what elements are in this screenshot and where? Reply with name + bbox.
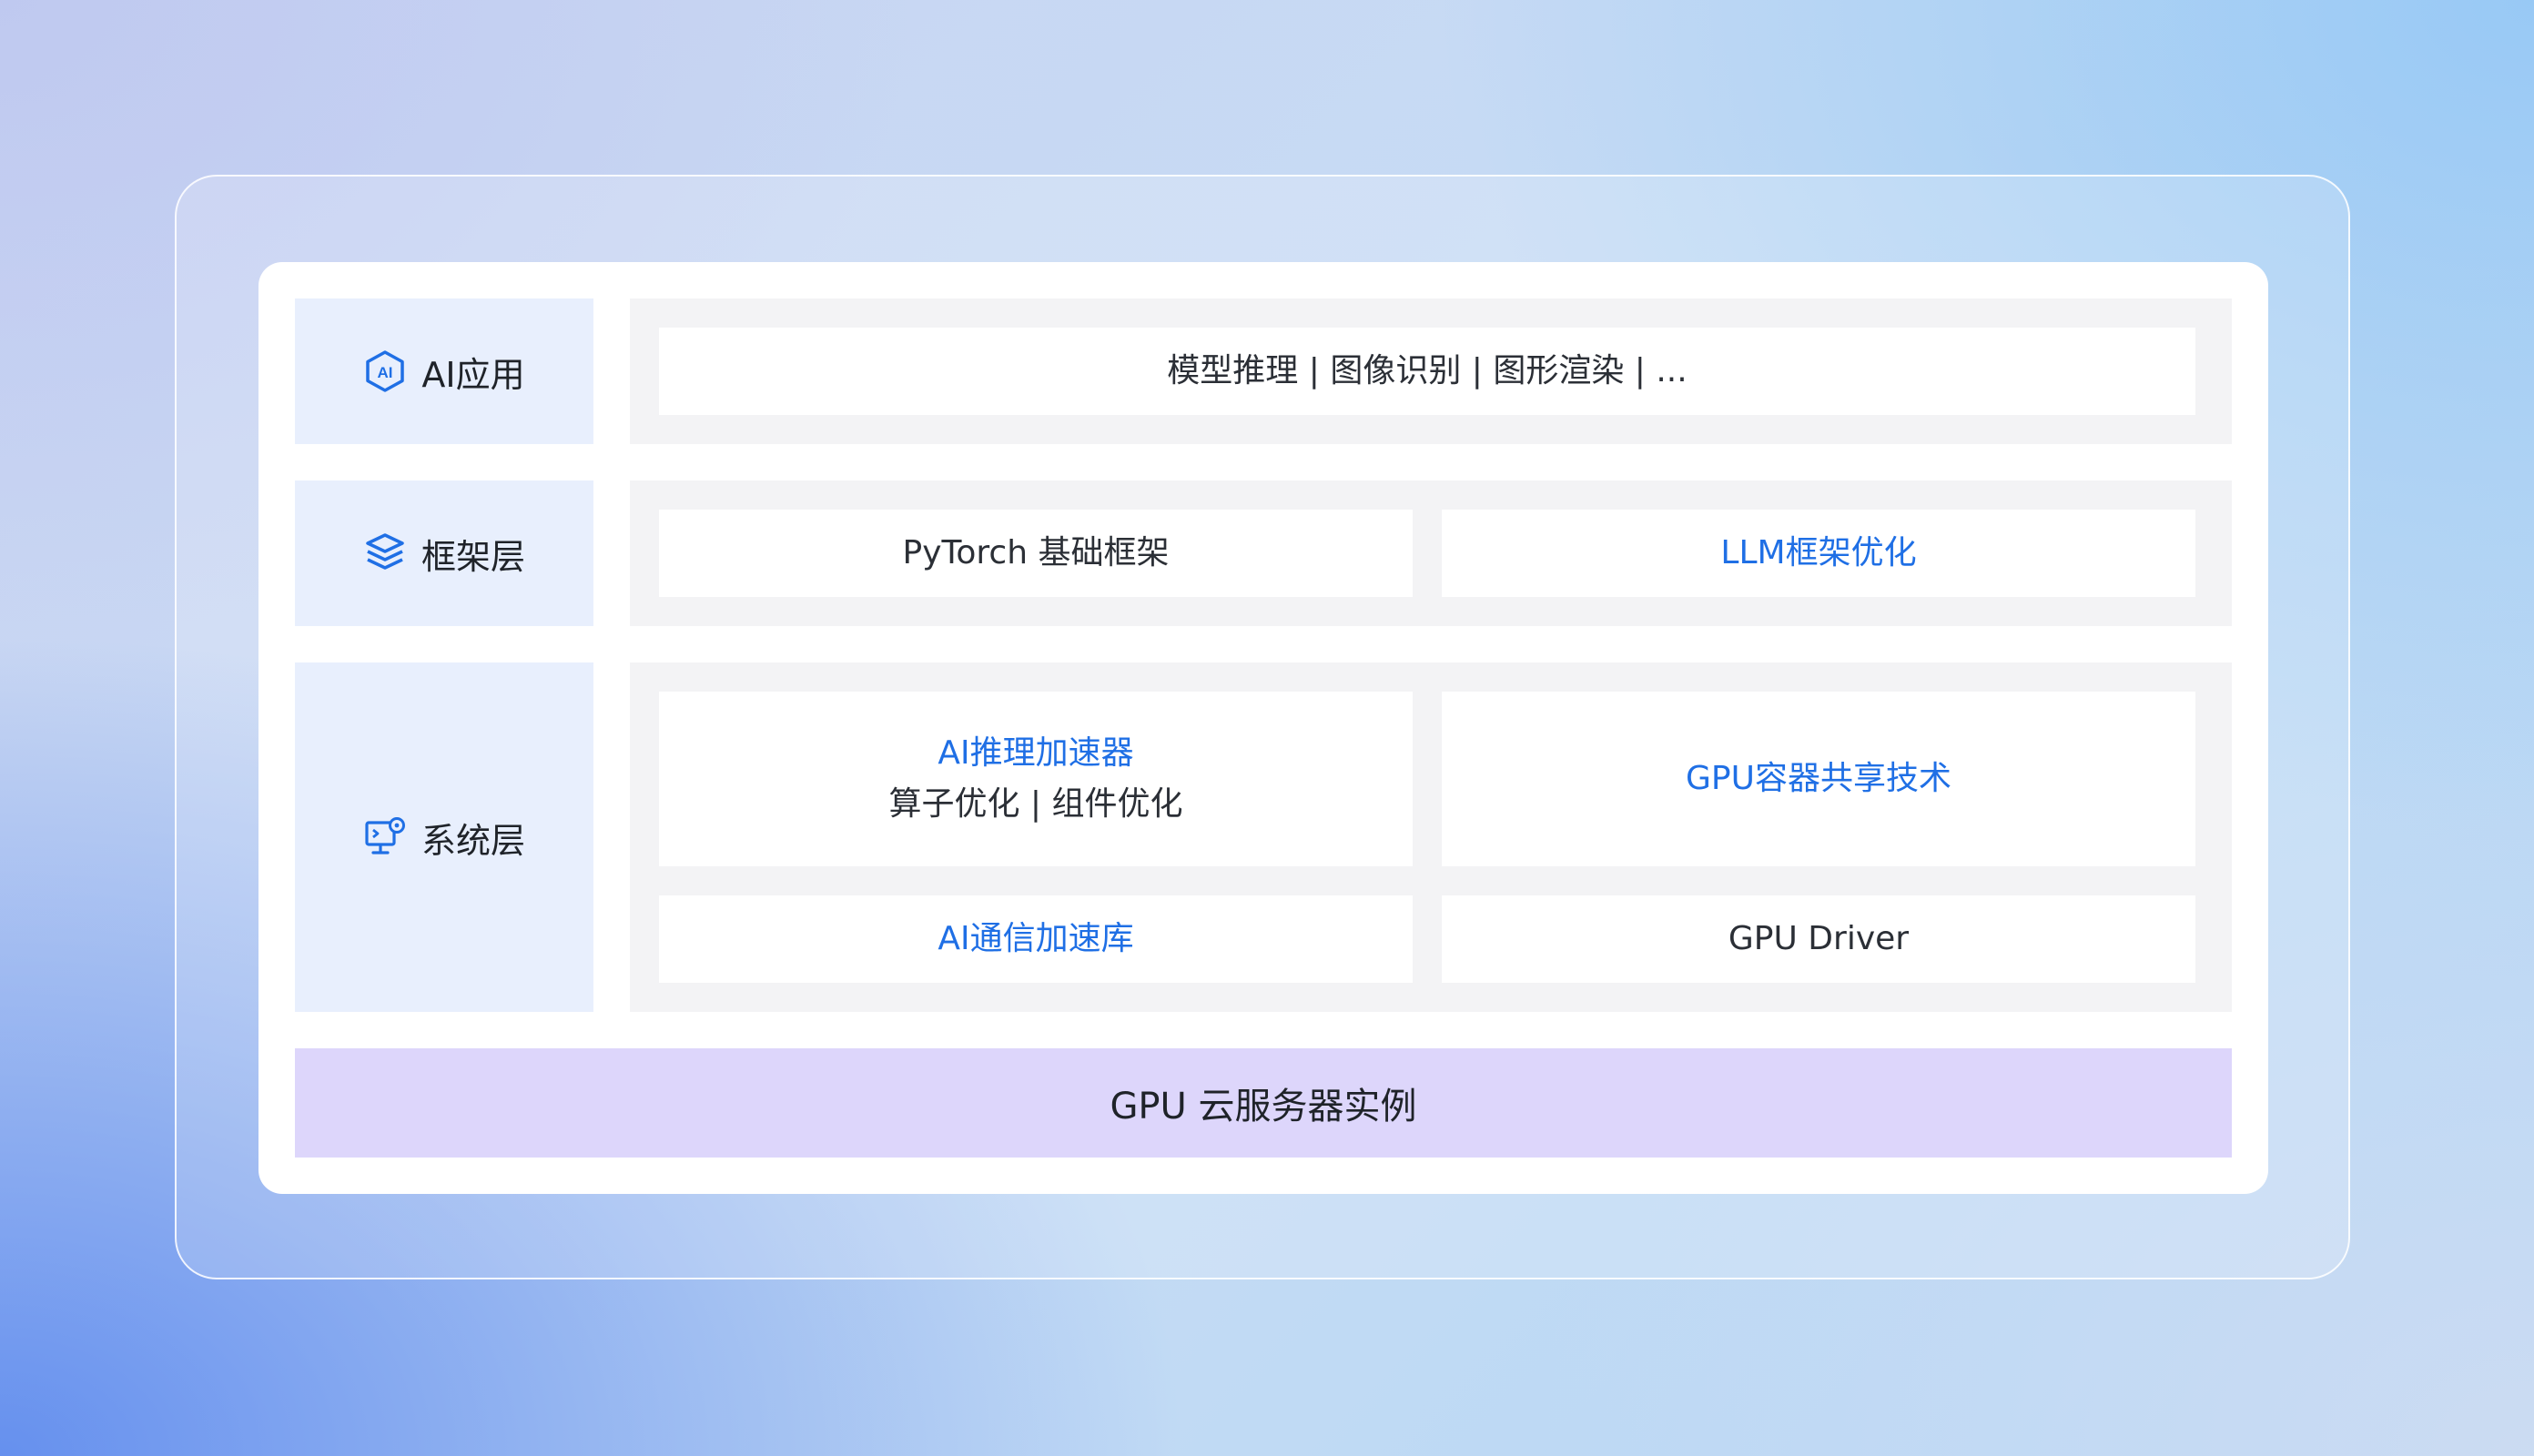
monitor-settings-icon bbox=[363, 815, 407, 859]
inference-accelerator-title: AI推理加速器 bbox=[938, 734, 1134, 773]
ai-hexagon-icon: AI bbox=[363, 349, 407, 393]
ai-comm-lib-cell: AI通信加速库 bbox=[659, 895, 1413, 983]
layer-label-text: AI应用 bbox=[421, 354, 525, 395]
gpu-driver-cell: GPU Driver bbox=[1442, 895, 2195, 983]
gpu-driver-text: GPU Driver bbox=[1728, 920, 1910, 958]
architecture-diagram: AI AI应用 模型推理 | 图像识别 | 图形渲染 | ... 框架层 PyT… bbox=[258, 262, 2268, 1194]
layer-label-system: 系统层 bbox=[295, 662, 593, 1012]
layers-stack-icon bbox=[363, 531, 407, 575]
pytorch-text: PyTorch 基础框架 bbox=[902, 534, 1170, 572]
app-layer-text: 模型推理 | 图像识别 | 图形渲染 | ... bbox=[1167, 352, 1688, 390]
framework-llm-cell: LLM框架优化 bbox=[1442, 510, 2195, 597]
llm-optimization-text: LLM框架优化 bbox=[1720, 534, 1917, 572]
gpu-cloud-instance-base: GPU 云服务器实例 bbox=[295, 1048, 2232, 1158]
app-layer-content: 模型推理 | 图像识别 | 图形渲染 | ... bbox=[659, 328, 2195, 415]
layer-label-framework: 框架层 bbox=[295, 480, 593, 626]
base-label: GPU 云服务器实例 bbox=[1110, 1086, 1417, 1127]
inference-accelerator-cell: AI推理加速器 算子优化 | 组件优化 bbox=[659, 692, 1413, 866]
svg-text:AI: AI bbox=[378, 364, 393, 381]
gpu-container-sharing-text: GPU容器共享技术 bbox=[1686, 760, 1951, 798]
layer-label-ai-app: AI AI应用 bbox=[295, 298, 593, 444]
layer-label-text: 框架层 bbox=[421, 536, 525, 577]
gpu-container-sharing-cell: GPU容器共享技术 bbox=[1442, 692, 2195, 866]
layer-label-text: 系统层 bbox=[421, 820, 525, 861]
framework-pytorch-cell: PyTorch 基础框架 bbox=[659, 510, 1413, 597]
ai-comm-lib-text: AI通信加速库 bbox=[938, 920, 1134, 958]
inference-accelerator-subtitle: 算子优化 | 组件优化 bbox=[888, 785, 1183, 823]
